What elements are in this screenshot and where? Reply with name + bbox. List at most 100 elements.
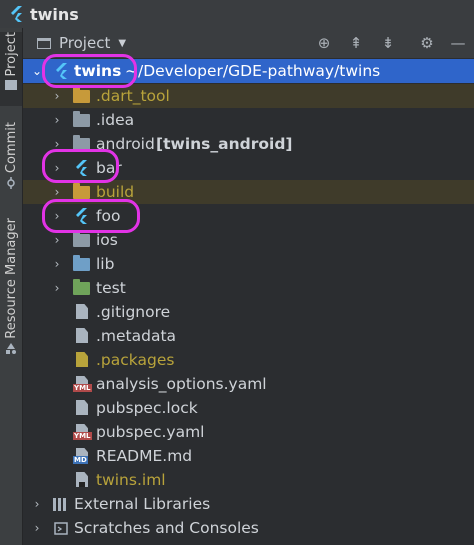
tab-commit-label: Commit <box>3 122 19 174</box>
tree-item-ios[interactable]: › ios <box>23 228 474 252</box>
gear-icon[interactable]: ⚙ <box>418 34 436 52</box>
item-label: analysis_options.yaml <box>96 375 267 393</box>
item-label: test <box>96 279 126 297</box>
expand-all-icon[interactable]: ⇞ <box>347 34 365 52</box>
module-name: [twins_android] <box>156 135 293 153</box>
item-label: foo <box>96 207 121 225</box>
tab-project[interactable]: Project <box>0 32 22 106</box>
item-label: android <box>96 135 155 153</box>
chevron-right-icon[interactable]: › <box>31 521 43 535</box>
file-icon <box>73 328 91 344</box>
test-folder-icon <box>73 279 91 296</box>
folder-icon <box>73 87 91 104</box>
flutter-icon <box>11 6 22 22</box>
tree-item-android[interactable]: › android [twins_android] <box>23 132 474 156</box>
tree-item-bar[interactable]: › bar <box>23 156 474 180</box>
module-file-icon <box>73 472 91 488</box>
item-label: .gitignore <box>96 303 171 321</box>
tree-scratches[interactable]: › Scratches and Consoles <box>23 516 474 540</box>
item-label: twins.iml <box>96 471 166 489</box>
tree-item-metadata[interactable]: .metadata <box>23 324 474 348</box>
chevron-right-icon[interactable]: › <box>51 257 63 271</box>
project-view-icon <box>37 37 51 49</box>
file-icon <box>73 352 91 368</box>
item-label: pubspec.lock <box>96 399 198 417</box>
project-toolbar: Project ▼ ⊕ ⇞ ⇟ ⚙ — <box>23 28 474 58</box>
chevron-right-icon[interactable]: › <box>31 497 43 511</box>
chevron-right-icon[interactable]: › <box>51 137 63 151</box>
item-label: build <box>96 183 135 201</box>
project-view-selector[interactable]: Project <box>59 34 110 52</box>
title-bar: twins <box>0 0 474 29</box>
item-label: README.md <box>96 447 193 465</box>
root-path: ~/Developer/GDE-pathway/twins <box>125 62 381 80</box>
tree-item-analysis-options[interactable]: YML analysis_options.yaml <box>23 372 474 396</box>
markdown-file-icon: MD <box>73 448 91 464</box>
resource-icon <box>6 342 16 354</box>
chevron-down-icon[interactable]: ⌄ <box>31 64 43 78</box>
tree-item-pubspec-lock[interactable]: pubspec.lock <box>23 396 474 420</box>
tree-item-dart-tool[interactable]: › .dart_tool <box>23 84 474 108</box>
tab-project-label: Project <box>3 32 19 77</box>
module-badge-icon <box>79 482 85 487</box>
locate-icon[interactable]: ⊕ <box>315 34 333 52</box>
tree-item-lib[interactable]: › lib <box>23 252 474 276</box>
collapse-all-icon[interactable]: ⇟ <box>379 34 397 52</box>
chevron-right-icon[interactable]: › <box>51 233 63 247</box>
minimize-icon[interactable]: — <box>449 34 467 52</box>
flutter-icon <box>56 63 67 79</box>
commit-icon <box>7 177 15 190</box>
item-label: .dart_tool <box>96 87 170 105</box>
yaml-file-icon: YML <box>73 376 92 392</box>
tree-item-gitignore[interactable]: .gitignore <box>23 300 474 324</box>
tree-external-libraries[interactable]: › External Libraries <box>23 492 474 516</box>
file-icon <box>73 304 91 320</box>
tree-item-readme[interactable]: MD README.md <box>23 444 474 468</box>
yaml-badge: YML <box>73 384 92 392</box>
flutter-icon <box>76 208 87 224</box>
config-folder-icon <box>73 111 91 128</box>
folder-icon <box>73 183 91 200</box>
item-label: .packages <box>96 351 175 369</box>
tree-item-foo[interactable]: › foo <box>23 204 474 228</box>
window-title: twins <box>30 4 79 24</box>
item-label: bar <box>96 159 122 177</box>
item-label: .idea <box>96 111 135 129</box>
folder-icon <box>73 135 91 152</box>
tree-item-build[interactable]: › build <box>23 180 474 204</box>
tab-commit[interactable]: Commit <box>0 122 22 202</box>
tree-item-packages[interactable]: .packages <box>23 348 474 372</box>
tree-item-test[interactable]: › test <box>23 276 474 300</box>
chevron-right-icon[interactable]: › <box>51 281 63 295</box>
item-label: Scratches and Consoles <box>74 519 259 537</box>
md-badge: MD <box>73 456 88 464</box>
item-label: ios <box>96 231 118 249</box>
root-name: twins <box>74 62 122 80</box>
chevron-right-icon[interactable]: › <box>51 209 63 223</box>
tree-item-pubspec-yaml[interactable]: YML pubspec.yaml <box>23 420 474 444</box>
chevron-right-icon[interactable]: › <box>51 185 63 199</box>
tree-root-twins[interactable]: ⌄ twins ~/Developer/GDE-pathway/twins <box>23 59 474 83</box>
item-label: .metadata <box>96 327 177 345</box>
chevron-right-icon[interactable]: › <box>51 161 63 175</box>
yaml-file-icon: YML <box>73 424 92 440</box>
item-label: lib <box>96 255 115 273</box>
folder-icon <box>73 231 91 248</box>
item-label: External Libraries <box>74 495 211 513</box>
left-tool-strip: Project Commit Resource Manager <box>0 28 23 545</box>
item-label: pubspec.yaml <box>96 423 205 441</box>
library-icon <box>53 498 66 511</box>
yaml-badge: YML <box>73 432 92 440</box>
folder-icon <box>5 80 17 91</box>
source-folder-icon <box>73 255 91 272</box>
tree-item-idea[interactable]: › .idea <box>23 108 474 132</box>
tab-resource-manager-label: Resource Manager <box>3 218 19 339</box>
scratches-icon <box>54 522 68 535</box>
tree-item-twins-iml[interactable]: twins.iml <box>23 468 474 492</box>
tab-resource-manager[interactable]: Resource Manager <box>0 218 22 358</box>
file-icon <box>73 400 91 416</box>
project-panel: Project ▼ ⊕ ⇞ ⇟ ⚙ — ⌄ twins ~/Developer/… <box>23 28 474 545</box>
chevron-right-icon[interactable]: › <box>51 113 63 127</box>
chevron-right-icon[interactable]: › <box>51 89 63 103</box>
chevron-down-icon[interactable]: ▼ <box>118 38 126 49</box>
